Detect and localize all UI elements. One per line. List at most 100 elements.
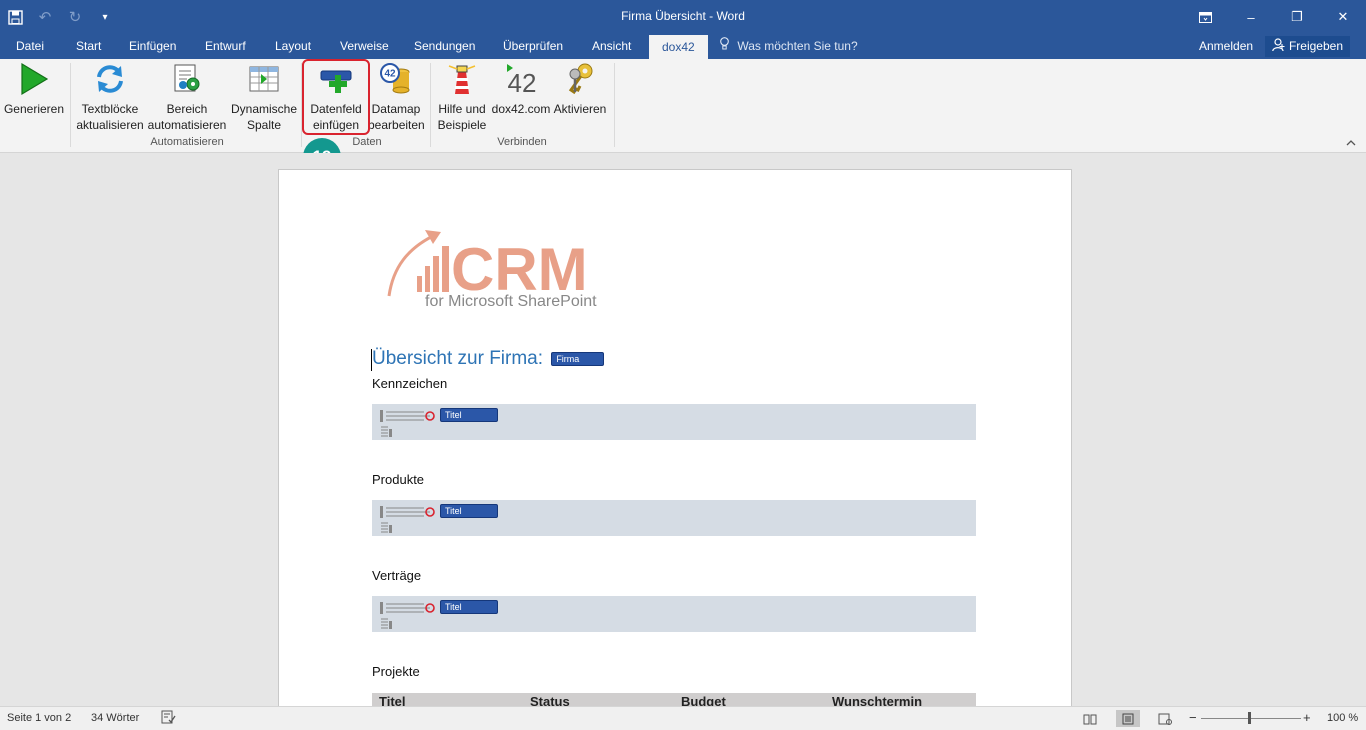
user-icon	[1272, 38, 1285, 52]
column-header: Status	[530, 694, 570, 706]
logo-tagline: for Microsoft SharePoint	[425, 293, 597, 308]
hilfe-label-1: Hilfe und	[438, 102, 486, 116]
refresh-icon	[97, 65, 123, 93]
group-verbinden: Verbinden	[497, 136, 547, 148]
document-canvas[interactable]: CRM for Microsoft SharePoint Übersicht z…	[0, 153, 1366, 706]
keys-icon	[568, 63, 593, 95]
titel-content-control[interactable]: Titel	[440, 504, 498, 518]
proofing-icon[interactable]	[161, 710, 176, 727]
crm-logo: CRM for Microsoft SharePoint	[385, 228, 625, 310]
datamap-label-2: bearbeiten	[368, 118, 425, 132]
tab-ansicht[interactable]: Ansicht	[592, 34, 631, 59]
lighthouse-icon	[448, 65, 476, 94]
heading-text: Übersicht zur Firma:	[372, 348, 544, 369]
separator	[70, 63, 71, 147]
repeating-section[interactable]: Titel	[372, 500, 976, 536]
window-title: Firma Übersicht - Word	[621, 9, 745, 23]
dox42-logo-icon: 42	[507, 64, 537, 96]
datamap-icon: 42	[380, 63, 410, 94]
dynamische-label-2: Spalte	[246, 118, 282, 132]
sign-in-link[interactable]: Anmelden	[1199, 34, 1253, 59]
tab-start[interactable]: Start	[76, 34, 101, 59]
titel-content-control[interactable]: Titel	[440, 408, 498, 422]
repeat-field-icon	[380, 410, 435, 422]
minimize-button[interactable]: –	[1228, 0, 1274, 34]
tell-me-search[interactable]: Was möchten Sie tun?	[720, 34, 858, 59]
highlight-frame	[302, 59, 370, 135]
repeat-field-icon	[380, 602, 435, 614]
subsection-icon	[381, 618, 392, 629]
collapse-ribbon-icon[interactable]	[1346, 137, 1356, 149]
zoom-in-button[interactable]: +	[1303, 710, 1311, 725]
dox42com-button[interactable]: 42 dox42.com	[490, 61, 552, 133]
column-header: Titel	[379, 694, 406, 706]
column-header: Wunschtermin	[832, 694, 923, 706]
section-title-produkte: Produkte	[372, 472, 425, 487]
datamap-label-1: Datamap	[371, 102, 421, 116]
subsection-icon	[381, 426, 392, 437]
bereich-button[interactable]: Bereich automatisieren	[147, 61, 227, 133]
dynamische-label-1: Dynamische	[230, 102, 298, 116]
textbloecke-button[interactable]: Textblöcke aktualisieren	[74, 61, 146, 133]
web-layout-icon[interactable]	[1153, 710, 1177, 727]
aktivieren-button[interactable]: Aktivieren	[552, 61, 608, 133]
repeating-section[interactable]: Titel	[372, 596, 976, 632]
share-label: Freigeben	[1288, 39, 1344, 53]
subsection-icon	[381, 522, 392, 533]
word-count[interactable]: 34 Wörter	[91, 712, 139, 724]
document-page[interactable]: CRM for Microsoft SharePoint Übersicht z…	[278, 169, 1072, 706]
aktivieren-label: Aktivieren	[553, 102, 607, 116]
zoom-level[interactable]: 100 %	[1327, 712, 1358, 724]
zoom-out-button[interactable]: −	[1189, 710, 1197, 725]
tab-sendungen[interactable]: Sendungen	[414, 34, 475, 59]
title-bar: ↶ ↻ ▾ Firma Übersicht - Word – ❐ ✕	[0, 0, 1366, 34]
svg-text:42: 42	[384, 69, 396, 80]
textbloecke-label-1: Textblöcke	[81, 102, 139, 116]
tab-entwurf[interactable]: Entwurf	[205, 34, 246, 59]
lightbulb-icon	[720, 34, 729, 59]
restore-button[interactable]: ❐	[1274, 0, 1320, 34]
svg-text:42: 42	[508, 68, 537, 96]
generieren-button[interactable]: Generieren	[3, 61, 65, 133]
bereich-label-2: automatisieren	[147, 118, 227, 132]
tab-verweise[interactable]: Verweise	[340, 34, 389, 59]
heading-content-control[interactable]: Firma	[551, 351, 605, 366]
bereich-label-1: Bereich	[166, 102, 208, 116]
titel-content-control[interactable]: Titel	[440, 600, 498, 614]
hilfe-label-2: Beispiele	[437, 118, 487, 132]
column-header: Budget	[681, 694, 726, 706]
tab-einfuegen[interactable]: Einfügen	[129, 34, 176, 59]
share-button[interactable]: Freigeben	[1265, 36, 1350, 57]
zoom-slider[interactable]	[1201, 718, 1301, 719]
textbloecke-label-2: aktualisieren	[76, 118, 144, 132]
separator	[430, 63, 431, 147]
page-count[interactable]: Seite 1 von 2	[7, 712, 71, 724]
section-title-kennzeichen: Kennzeichen	[372, 376, 448, 391]
repeating-section[interactable]: Titel	[372, 404, 976, 440]
page-heading: Übersicht zur Firma: Firma	[372, 348, 605, 370]
close-button[interactable]: ✕	[1320, 0, 1366, 34]
document-gear-icon	[174, 64, 200, 92]
tell-me-label: Was möchten Sie tun?	[737, 39, 858, 53]
section-title-vertraege: Verträge	[372, 568, 422, 583]
dynamische-spalte-button[interactable]: Dynamische Spalte	[229, 61, 299, 133]
zoom-slider-thumb[interactable]	[1248, 712, 1251, 724]
ribbon-display-icon[interactable]	[1182, 0, 1228, 34]
section-title-projekte: Projekte	[372, 664, 420, 679]
ribbon-dox42: Generieren Textblöcke aktualisieren Bere…	[0, 59, 1366, 153]
print-layout-icon[interactable]	[1116, 710, 1140, 727]
tab-datei[interactable]: Datei	[16, 34, 44, 59]
tab-dox42[interactable]: dox42	[649, 35, 708, 59]
read-mode-icon[interactable]	[1078, 710, 1102, 727]
table-column-icon	[249, 66, 279, 92]
repeat-field-icon	[380, 506, 435, 518]
datamap-bearbeiten-button[interactable]: 42 Datamap bearbeiten	[368, 61, 425, 133]
group-automatisieren: Automatisieren	[150, 136, 224, 148]
tab-layout[interactable]: Layout	[275, 34, 311, 59]
hilfe-button[interactable]: Hilfe und Beispiele	[434, 61, 490, 133]
ribbon-tabs: Datei Start Einfügen Entwurf Layout Verw…	[0, 34, 1366, 59]
tab-ueberpruefen[interactable]: Überprüfen	[503, 34, 563, 59]
status-bar: Seite 1 von 2 34 Wörter − + 100 %	[0, 706, 1366, 730]
dox42com-label: dox42.com	[491, 102, 551, 116]
generieren-label: Generieren	[3, 102, 65, 116]
